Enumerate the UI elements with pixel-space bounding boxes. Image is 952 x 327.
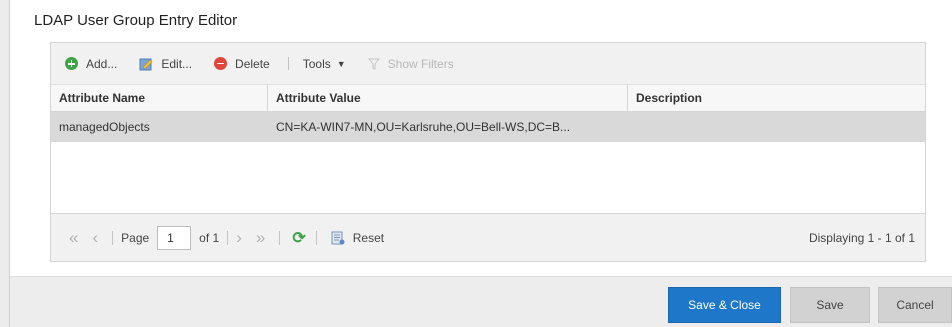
delete-button[interactable]: Delete <box>214 57 270 71</box>
last-page-icon[interactable]: » <box>256 228 265 248</box>
dialog-title: LDAP User Group Entry Editor <box>34 12 238 29</box>
grid-toolbar: Add... Edit... Delete Tools ▼ Show Filte… <box>51 43 925 85</box>
page-count-label: of 1 <box>199 230 220 245</box>
edit-label: Edit... <box>161 56 193 71</box>
caret-down-icon: ▼ <box>336 58 346 69</box>
cell-attribute-value: CN=KA-WIN7-MN,OU=Karlsruhe,OU=Bell-WS,DC… <box>276 120 571 134</box>
prev-page-icon[interactable]: ‹ <box>92 228 98 248</box>
displaying-status: Displaying 1 - 1 of 1 <box>808 230 915 245</box>
cell-description <box>628 112 925 142</box>
page-label: Page <box>121 230 150 245</box>
pager-separator <box>315 230 317 245</box>
reset-label: Reset <box>352 230 385 245</box>
column-header-attribute-name[interactable]: Attribute Name <box>51 85 268 111</box>
toolbar-separator <box>287 57 289 70</box>
grid-header: Attribute Name Attribute Value Descripti… <box>51 85 925 112</box>
next-page-icon[interactable]: › <box>236 228 242 248</box>
first-page-icon[interactable]: « <box>69 228 78 248</box>
show-filters-button[interactable]: Show Filters <box>367 56 454 71</box>
paging-toolbar: « ‹ Page of 1 › » ⟳ Reset Displaying 1 -… <box>51 213 925 261</box>
table-row[interactable]: managedObjects CN=KA-WIN7-MN,OU=Karlsruh… <box>51 112 925 142</box>
attribute-grid: Add... Edit... Delete Tools ▼ Show Filte… <box>50 42 926 262</box>
delete-icon <box>214 57 228 70</box>
cancel-button[interactable]: Cancel <box>878 287 952 323</box>
pager-separator <box>112 230 114 245</box>
column-header-description[interactable]: Description <box>628 85 925 111</box>
grid-empty-area <box>51 142 925 212</box>
cell-attribute-name: managedObjects <box>59 120 150 134</box>
filter-icon <box>367 58 380 70</box>
edit-icon <box>139 58 153 70</box>
tools-label: Tools <box>302 56 331 71</box>
column-header-attribute-value[interactable]: Attribute Value <box>268 85 628 111</box>
pager-separator <box>227 230 229 245</box>
save-button[interactable]: Save <box>790 287 870 323</box>
reset-icon <box>331 231 345 244</box>
dialog-footer: Save & Close Save Cancel <box>10 276 952 327</box>
pager-separator <box>279 230 281 245</box>
page-number-input[interactable] <box>157 225 192 250</box>
add-label: Add... <box>86 56 118 71</box>
refresh-icon[interactable]: ⟳ <box>292 228 305 248</box>
add-icon <box>65 57 78 70</box>
show-filters-label: Show Filters <box>387 56 454 71</box>
delete-label: Delete <box>235 56 270 71</box>
reset-button[interactable]: Reset <box>331 231 384 245</box>
window-edge <box>0 0 10 327</box>
add-button[interactable]: Add... <box>65 57 117 71</box>
tools-menu-button[interactable]: Tools ▼ <box>303 57 346 71</box>
save-close-button[interactable]: Save & Close <box>668 287 781 323</box>
edit-button[interactable]: Edit... <box>139 57 192 71</box>
